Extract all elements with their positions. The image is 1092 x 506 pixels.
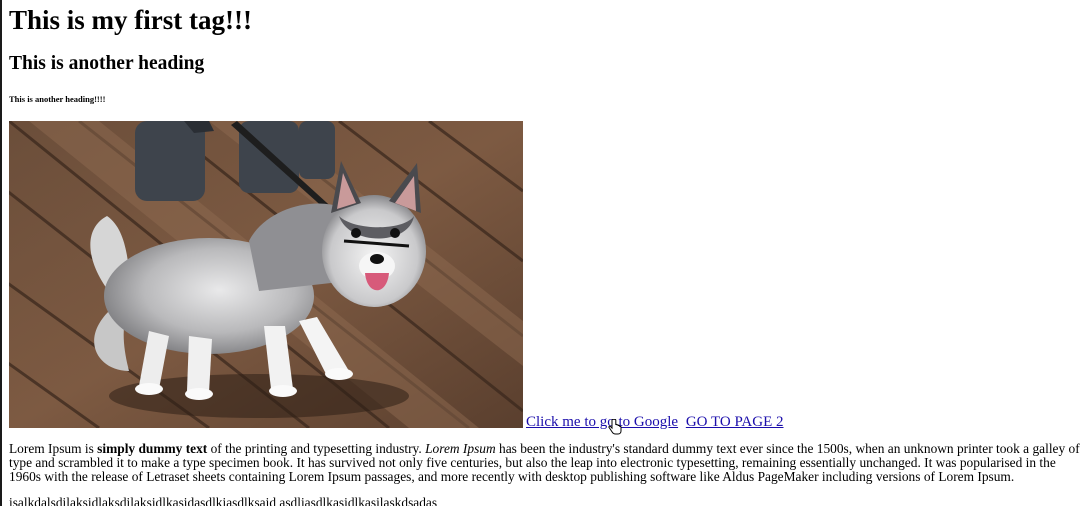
- lorem-text-1: Lorem Ipsum is: [9, 441, 98, 456]
- hand-cursor-icon: [608, 418, 622, 440]
- page-content: This is my first tag!!! This is another …: [9, 0, 1087, 506]
- lorem-text-2: of the printing and typesetting industry…: [207, 441, 426, 456]
- page-heading-h6: This is another heading!!!!: [9, 94, 106, 104]
- lorem-paragraph: Lorem Ipsum is simply dummy text of the …: [9, 442, 1087, 484]
- window-left-border: [0, 0, 2, 506]
- google-link[interactable]: Click me to go to Google: [526, 414, 678, 430]
- gibberish-text: isalkdalsdilaksidlaksdilaksidlkasidasdlk…: [9, 495, 438, 506]
- page-heading-h1: This is my first tag!!!: [9, 5, 252, 35]
- link-group: Click me to go to Google GO TO PAGE 2: [526, 414, 784, 431]
- lorem-italic-text: Lorem Ipsum: [425, 441, 496, 456]
- lorem-bold-text: simply dummy text: [97, 441, 208, 456]
- image-and-links-row: Click me to go to Google GO TO PAGE 2: [9, 121, 1087, 435]
- page-heading-h2: This is another heading: [9, 53, 205, 74]
- page-2-link[interactable]: GO TO PAGE 2: [686, 414, 784, 430]
- husky-puppy-image: [9, 121, 523, 428]
